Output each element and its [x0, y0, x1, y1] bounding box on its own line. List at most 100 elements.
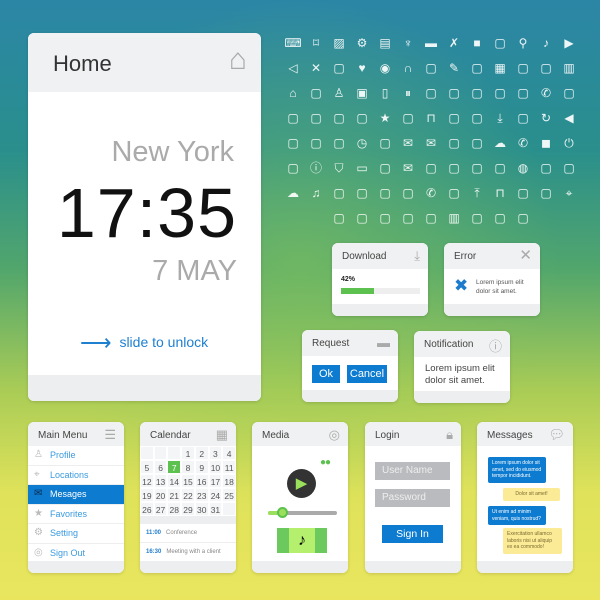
- cellphone-icon[interactable]: ▢: [467, 133, 487, 153]
- fast-forward-icon[interactable]: ▢: [559, 158, 579, 178]
- calendar-icon[interactable]: ▦: [216, 427, 228, 443]
- tv-icon[interactable]: ▢: [352, 208, 372, 228]
- printer-icon[interactable]: ▢: [375, 133, 395, 153]
- info-icon[interactable]: ⓘ: [306, 158, 326, 178]
- rss-icon[interactable]: ▢: [375, 158, 395, 178]
- target-icon[interactable]: ▢: [444, 108, 464, 128]
- usb-icon[interactable]: ▢: [306, 108, 326, 128]
- seek-handle[interactable]: [276, 507, 288, 518]
- play-icon[interactable]: ▶: [559, 33, 579, 53]
- pause-icon[interactable]: ⏸: [398, 83, 418, 103]
- mic-icon[interactable]: ▢: [283, 133, 303, 153]
- calendar-day[interactable]: 4: [222, 446, 236, 460]
- close-icon[interactable]: ✕: [519, 246, 532, 264]
- jar-icon[interactable]: ▢: [421, 158, 441, 178]
- calendar-day[interactable]: 11: [222, 460, 236, 474]
- chat-icon[interactable]: 💬︎: [548, 427, 565, 443]
- disc-icon[interactable]: ◉: [375, 58, 395, 78]
- music-note-icon[interactable]: ♪: [536, 33, 556, 53]
- menu-item-favorites[interactable]: ★ Favorites: [28, 505, 124, 524]
- mail-in-icon[interactable]: ✉: [421, 133, 441, 153]
- clock-icon[interactable]: ◷: [352, 133, 372, 153]
- calendar-day[interactable]: 18: [222, 474, 236, 488]
- tools-icon[interactable]: ✗: [444, 33, 464, 53]
- download-icon[interactable]: ⤓: [414, 248, 420, 264]
- mail-icon[interactable]: ✉: [398, 158, 418, 178]
- battery-icon[interactable]: ▢: [490, 208, 510, 228]
- gear-icon[interactable]: ⚙: [352, 33, 372, 53]
- calendar-day[interactable]: 24: [208, 488, 223, 502]
- home-icon[interactable]: ⌂: [283, 83, 303, 103]
- calendar-event[interactable]: 11:00 Conference: [140, 524, 236, 543]
- user-tie-icon[interactable]: ▢: [513, 108, 533, 128]
- file-icon[interactable]: ▢: [398, 183, 418, 203]
- briefcase-icon[interactable]: ▢: [352, 183, 372, 203]
- calendar-day[interactable]: 23: [194, 488, 209, 502]
- wifi-icon[interactable]: ▢: [444, 83, 464, 103]
- rewind-icon[interactable]: ◀: [559, 108, 579, 128]
- calendar-day[interactable]: 25: [222, 488, 236, 502]
- calendar-day[interactable]: 10: [208, 460, 223, 474]
- equalizer-icon[interactable]: ▢: [283, 158, 303, 178]
- monitor-icon[interactable]: ▭: [352, 158, 372, 178]
- info-icon[interactable]: ⓘ: [489, 336, 502, 355]
- keyboard-icon[interactable]: ⌨: [283, 33, 303, 53]
- calendar-day[interactable]: 6: [153, 460, 168, 474]
- zoom-out-icon[interactable]: ▢: [536, 58, 556, 78]
- speech-icon[interactable]: ▢: [375, 208, 395, 228]
- bar-chart-icon[interactable]: ▢: [398, 208, 418, 228]
- lock-icon[interactable]: ⊓: [490, 183, 510, 203]
- tag-icon[interactable]: ⌑: [306, 33, 326, 53]
- calendar-day[interactable]: 3: [208, 446, 223, 460]
- image-icon[interactable]: ▨: [329, 33, 349, 53]
- calendar-day[interactable]: 12: [140, 474, 154, 488]
- skip-back-icon[interactable]: ▢: [467, 58, 487, 78]
- router-icon[interactable]: ▢: [329, 208, 349, 228]
- chat-icon[interactable]: ☁: [283, 183, 303, 203]
- username-input[interactable]: User Name: [375, 462, 450, 480]
- calendar-day[interactable]: 22: [181, 488, 195, 502]
- film-icon[interactable]: ▥: [559, 58, 579, 78]
- folder-open-icon[interactable]: ▢: [467, 108, 487, 128]
- box-icon[interactable]: ▢: [467, 208, 487, 228]
- menu-item-locations[interactable]: ⌖ Locations: [28, 466, 124, 485]
- cancel-button[interactable]: Cancel: [347, 365, 387, 383]
- power-icon[interactable]: ⏻: [559, 133, 579, 153]
- download-icon[interactable]: ⤓: [490, 108, 510, 128]
- calendar-day[interactable]: 31: [208, 502, 223, 516]
- book-icon[interactable]: ▤: [375, 33, 395, 53]
- play-circle-icon[interactable]: ▢: [513, 183, 533, 203]
- calendar-icon[interactable]: ▢: [329, 108, 349, 128]
- map-pin-icon[interactable]: ⌖: [559, 183, 579, 203]
- calendar-day[interactable]: 28: [167, 502, 182, 516]
- joystick-icon[interactable]: ▢: [375, 183, 395, 203]
- phone-icon[interactable]: ✆: [536, 83, 556, 103]
- mobile-icon[interactable]: ▢: [398, 108, 418, 128]
- paperclip-icon[interactable]: ▢: [421, 58, 441, 78]
- disc-icon[interactable]: ◎: [329, 427, 340, 443]
- smartphone-icon[interactable]: ▢: [444, 158, 464, 178]
- calendar-day[interactable]: 14: [167, 474, 182, 488]
- calculator-icon[interactable]: ▦: [490, 58, 510, 78]
- calendar-day[interactable]: 16: [194, 474, 209, 488]
- unlock-icon[interactable]: ⊓: [421, 108, 441, 128]
- notebook-icon[interactable]: ▢: [536, 183, 556, 203]
- floppy-icon[interactable]: ▣: [352, 83, 372, 103]
- calendar-day[interactable]: 9: [194, 460, 209, 474]
- microphone-icon[interactable]: ▢: [283, 108, 303, 128]
- calendar-day[interactable]: 19: [140, 488, 154, 502]
- film-reel-icon[interactable]: ▢: [490, 83, 510, 103]
- stop-icon[interactable]: ◼: [536, 133, 556, 153]
- menu-icon[interactable]: ☰: [104, 427, 116, 443]
- calendar-day[interactable]: 15: [181, 474, 195, 488]
- shield-icon[interactable]: ⛉: [329, 158, 349, 178]
- music-icon[interactable]: ♫: [306, 183, 326, 203]
- eraser-icon[interactable]: ▢: [559, 83, 579, 103]
- slide-to-unlock[interactable]: ⟶ slide to unlock: [80, 330, 208, 356]
- folder-icon[interactable]: ▬: [421, 33, 441, 53]
- trash-icon[interactable]: ▥: [444, 208, 464, 228]
- mouse-icon[interactable]: ▢: [306, 83, 326, 103]
- tablet-icon[interactable]: ▯: [375, 83, 395, 103]
- media-seek-bar[interactable]: [268, 507, 337, 518]
- menu-item-profile[interactable]: ♙ Profile: [28, 446, 124, 466]
